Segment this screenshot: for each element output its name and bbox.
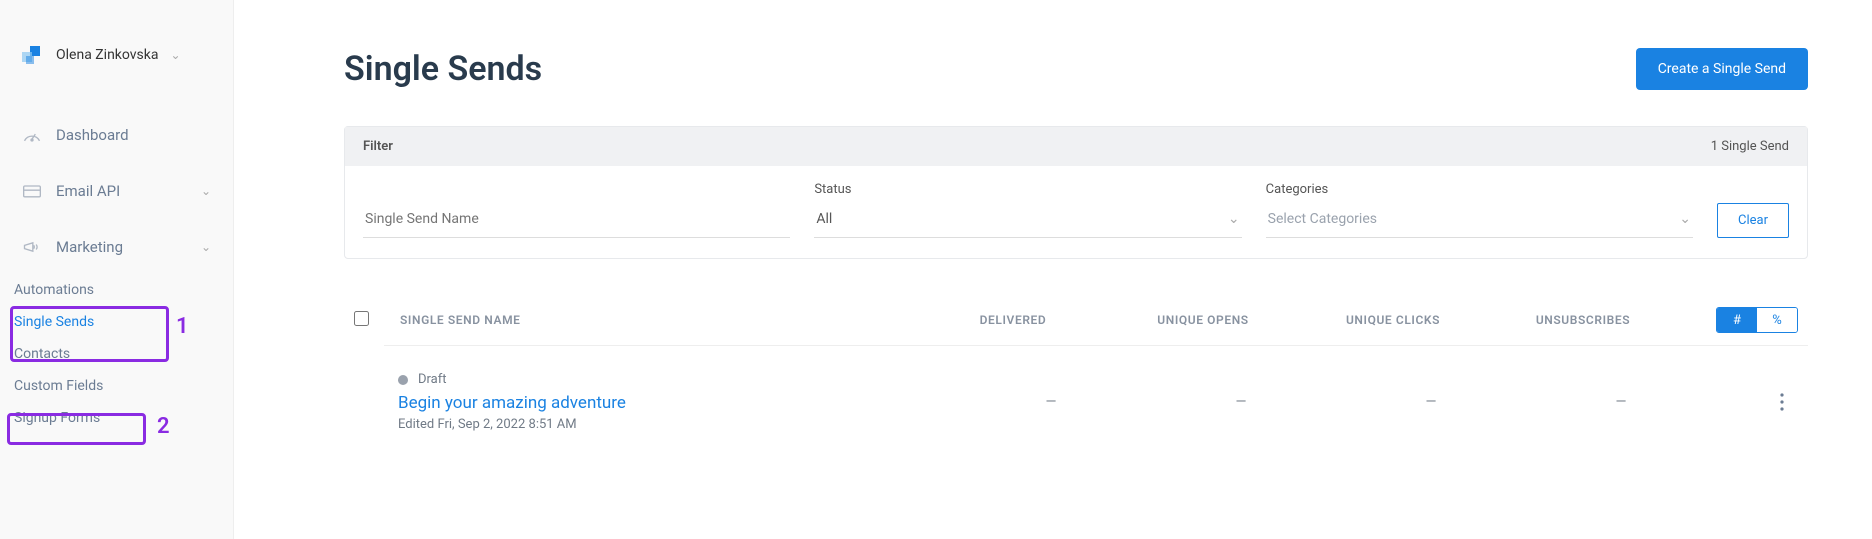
row-status: Draft	[418, 372, 447, 387]
sidebar-item-custom-fields[interactable]: Custom Fields	[0, 370, 233, 402]
status-select[interactable]: All ⌄	[814, 203, 1241, 238]
marketing-label: Marketing	[56, 238, 123, 256]
row-edited: Edited Fri, Sep 2, 2022 8:51 AM	[398, 417, 956, 432]
account-switcher[interactable]: Olena Zinkovska ⌄	[0, 40, 233, 96]
dashboard-label: Dashboard	[56, 126, 129, 144]
col-opens: UNIQUE OPENS	[1108, 313, 1298, 327]
categories-select[interactable]: Select Categories ⌄	[1266, 203, 1693, 238]
kebab-icon	[1780, 393, 1784, 411]
megaphone-icon	[22, 238, 42, 256]
create-single-send-button[interactable]: Create a Single Send	[1636, 48, 1808, 90]
annotation-label-2: 2	[157, 414, 170, 439]
marketing-submenu: Automations Single Sends Contacts Custom…	[0, 268, 233, 434]
col-unsubs: UNSUBSCRIBES	[1488, 313, 1678, 327]
status-value: All	[816, 211, 832, 227]
row-clicks: —	[1336, 394, 1526, 410]
filter-heading: Filter	[363, 139, 393, 154]
chevron-down-icon: ⌄	[1228, 211, 1240, 227]
email-api-label: Email API	[56, 182, 120, 200]
categories-placeholder: Select Categories	[1268, 211, 1377, 227]
single-send-name-input[interactable]	[363, 203, 790, 238]
filter-panel: Filter 1 Single Send Status All ⌄ Catego…	[344, 126, 1808, 259]
sidebar-item-contacts[interactable]: Contacts	[0, 338, 233, 370]
sidebar: Olena Zinkovska ⌄ Dashboard Email API ⌄	[0, 0, 234, 539]
col-delivered: DELIVERED	[918, 313, 1108, 327]
chevron-down-icon: ⌄	[1679, 211, 1691, 227]
chevron-down-icon: ⌄	[171, 48, 181, 62]
unit-toggle: # %	[1716, 307, 1798, 333]
status-dot-icon	[398, 375, 408, 385]
row-unsubs: —	[1526, 394, 1716, 410]
brand-logo-icon	[22, 44, 44, 66]
annotation-label-1: 1	[176, 314, 189, 339]
status-label: Status	[814, 182, 1241, 197]
col-name: SINGLE SEND NAME	[400, 313, 918, 327]
row-delivered: —	[956, 394, 1146, 410]
gauge-icon	[22, 126, 42, 144]
account-name: Olena Zinkovska	[56, 47, 159, 63]
page-header: Single Sends Create a Single Send	[344, 48, 1808, 90]
clear-filters-button[interactable]: Clear	[1717, 203, 1789, 238]
table-body: Draft Begin your amazing adventure Edite…	[384, 345, 1808, 458]
categories-label: Categories	[1266, 182, 1693, 197]
chevron-down-icon: ⌄	[201, 184, 211, 198]
card-icon	[22, 182, 42, 200]
sidebar-item-signup-forms[interactable]: Signup Forms	[0, 402, 233, 434]
col-clicks: UNIQUE CLICKS	[1298, 313, 1488, 327]
main-content: Single Sends Create a Single Send Filter…	[234, 0, 1872, 539]
row-actions-menu[interactable]	[1716, 393, 1794, 411]
table-header: SINGLE SEND NAME DELIVERED UNIQUE OPENS …	[344, 307, 1808, 345]
row-opens: —	[1146, 394, 1336, 410]
toggle-count-button[interactable]: #	[1717, 308, 1757, 332]
table-row: Draft Begin your amazing adventure Edite…	[384, 346, 1808, 458]
sidebar-item-email-api[interactable]: Email API ⌄	[0, 170, 233, 212]
sidebar-item-dashboard[interactable]: Dashboard	[0, 114, 233, 156]
row-send-name[interactable]: Begin your amazing adventure	[398, 393, 956, 413]
sidebar-item-marketing[interactable]: Marketing ⌄	[0, 226, 233, 268]
sidebar-item-single-sends[interactable]: Single Sends	[0, 306, 233, 338]
select-all-checkbox[interactable]	[354, 311, 369, 326]
chevron-down-icon: ⌄	[201, 240, 211, 254]
filter-count: 1 Single Send	[1711, 139, 1789, 154]
page-title: Single Sends	[344, 49, 542, 89]
sidebar-item-automations[interactable]: Automations	[0, 274, 233, 306]
toggle-percent-button[interactable]: %	[1757, 308, 1797, 332]
